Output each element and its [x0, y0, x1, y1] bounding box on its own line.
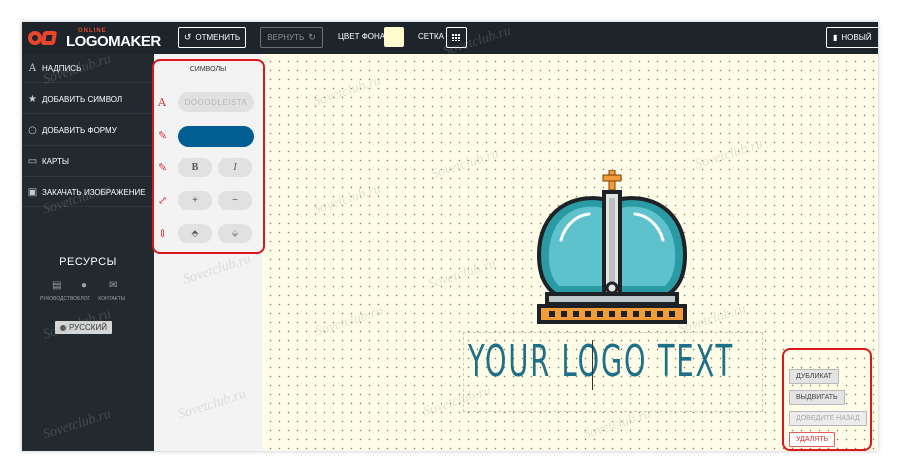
redo-label: ВЕРНУТЬ — [267, 33, 305, 42]
duplicate-button[interactable]: ДУБЛИКАТ — [789, 369, 839, 384]
globe-icon — [60, 324, 66, 331]
contacts-icon[interactable]: ✉ — [109, 280, 117, 291]
symbol-properties-panel: СИМВОЛЫ A DOOODLEISTA ✎ ✎ B I ⤢ + − ⇕ ⬘ … — [154, 54, 262, 451]
sidebar-item-add-symbol[interactable]: ★ ДОБАВИТЬ СИМВОЛ — [28, 91, 122, 107]
panel-title: СИМВОЛЫ — [189, 66, 227, 73]
undo-icon: ↺ — [183, 32, 192, 42]
resource-link-contacts[interactable]: КОНТАКТЫ — [98, 296, 125, 302]
undo-button[interactable]: ↺ ОТМЕНИТЬ — [178, 27, 246, 48]
sidebar-item-label: ДОБАВИТЬ ФОРМУ — [42, 125, 117, 135]
text-icon: A — [28, 62, 37, 74]
image-icon: ▣ — [27, 186, 38, 198]
circle-icon: ○ — [28, 124, 37, 136]
file-icon: ▮ — [833, 33, 838, 42]
language-selector[interactable]: РУССКИЙ — [55, 321, 112, 334]
layer-order-icon: ⇕ — [158, 227, 168, 240]
sidebar-item-label: НАДПИСЬ — [42, 63, 82, 73]
sidebar-item-add-shape[interactable]: ○ ДОБАВИТЬ ФОРМУ — [28, 122, 117, 138]
star-icon: ★ — [28, 93, 37, 105]
layer-up-icon: ⬘ — [191, 228, 199, 238]
sidebar-item-label: ДОБАВИТЬ СИМВОЛ — [42, 94, 123, 104]
bold-button[interactable]: B — [178, 158, 212, 177]
top-toolbar: ONLINE LOGOMAKER ↺ ОТМЕНИТЬ ВЕРНУТЬ ↻ ЦВ… — [22, 22, 878, 54]
layer-up-button[interactable]: ⬘ — [178, 224, 212, 243]
guide-icon[interactable]: ▤ — [52, 280, 61, 291]
delete-button[interactable]: УДАЛЯТЬ — [789, 432, 836, 447]
logo-mark-icon — [28, 29, 62, 47]
layer-down-icon: ⬙ — [231, 228, 239, 238]
bg-color-swatch[interactable] — [384, 27, 404, 47]
style-pen-icon: ✎ — [158, 161, 168, 174]
grid-icon — [452, 34, 461, 41]
language-label: РУССКИЙ — [69, 323, 107, 332]
sidebar: A НАДПИСЬ ★ ДОБАВИТЬ СИМВОЛ ○ ДОБАВИТЬ Ф… — [22, 54, 154, 451]
new-label: НОВЫЙ — [841, 33, 872, 42]
sidebar-item-cards[interactable]: ▭ КАРТЫ — [28, 153, 69, 169]
sidebar-item-text[interactable]: A НАДПИСЬ — [28, 60, 81, 76]
send-back-button[interactable]: ДОВЕДИТЕ НАЗАД — [789, 411, 867, 426]
resource-link-blog[interactable]: БЛОГ — [77, 296, 90, 302]
color-brush-icon: ✎ — [158, 129, 168, 142]
editor-window: ONLINE LOGOMAKER ↺ ОТМЕНИТЬ ВЕРНУТЬ ↻ ЦВ… — [22, 22, 878, 451]
grid-label: СЕТКА — [418, 32, 444, 41]
color-picker[interactable] — [178, 126, 254, 147]
size-decrease-button[interactable]: − — [218, 191, 252, 210]
bg-color-label: ЦВЕТ ФОНА — [338, 32, 386, 41]
font-selector[interactable]: DOOODLEISTA — [178, 92, 254, 112]
sidebar-item-upload-image[interactable]: ▣ ЗАКАЧАТЬ ИЗОБРАЖЕНИЕ — [28, 184, 146, 200]
size-increase-button[interactable]: + — [178, 191, 212, 210]
redo-button[interactable]: ВЕРНУТЬ ↻ — [260, 27, 323, 48]
layer-down-button[interactable]: ⬙ — [218, 224, 252, 243]
crown-icon[interactable] — [533, 170, 691, 332]
resize-icon: ⤢ — [158, 194, 168, 207]
blog-icon[interactable]: ● — [81, 280, 87, 291]
undo-label: ОТМЕНИТЬ — [195, 33, 241, 42]
bring-forward-button[interactable]: ВЫДВИГАТЬ — [789, 390, 845, 405]
card-icon: ▭ — [27, 155, 38, 167]
resource-link-guide[interactable]: РУКОВОДСТВО — [40, 296, 77, 302]
sidebar-item-label: ЗАКАЧАТЬ ИЗОБРАЖЕНИЕ — [42, 187, 146, 197]
sidebar-item-label: КАРТЫ — [42, 156, 69, 166]
redo-icon: ↻ — [308, 32, 316, 42]
logo-text[interactable]: YOUR LOGO TEXT — [468, 340, 734, 384]
resources-title: РЕСУРСЫ — [59, 256, 117, 268]
font-icon: A — [158, 96, 166, 109]
logo-main-text: LOGOMAKER — [66, 32, 161, 50]
app-logo[interactable]: ONLINE LOGOMAKER — [28, 26, 161, 50]
italic-button[interactable]: I — [218, 158, 252, 177]
resources-links: РУКОВОДСТВО БЛОГ КОНТАКТЫ — [40, 296, 125, 302]
grid-toggle-button[interactable] — [446, 27, 467, 48]
text-caret — [592, 340, 593, 390]
new-button[interactable]: ▮ НОВЫЙ — [826, 27, 878, 48]
